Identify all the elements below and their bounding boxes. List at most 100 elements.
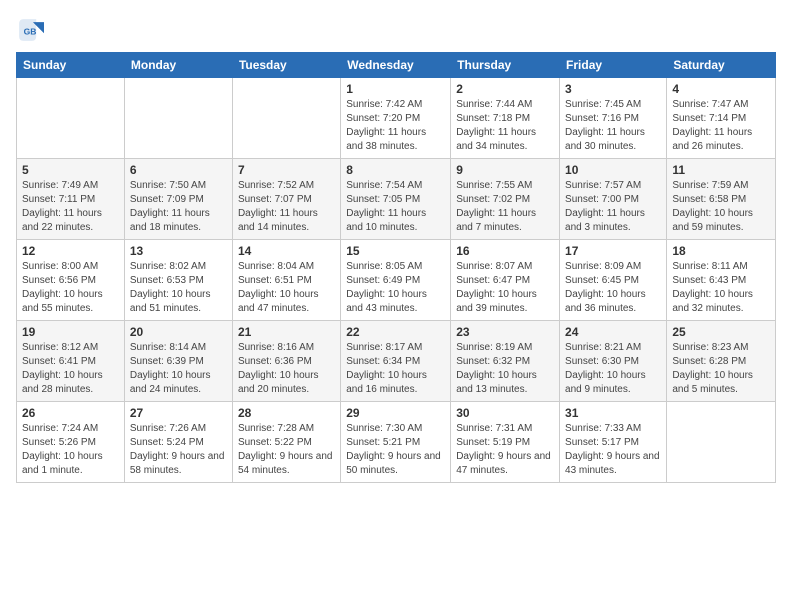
day-number: 9 bbox=[456, 163, 554, 177]
calendar-cell: 18 Sunrise: 8:11 AM Sunset: 6:43 PM Dayli… bbox=[667, 240, 776, 321]
day-info: Sunrise: 8:16 AM Sunset: 6:36 PM Dayligh… bbox=[238, 341, 335, 397]
day-info: Sunrise: 7:31 AM Sunset: 5:19 PM Dayligh… bbox=[456, 422, 554, 478]
calendar-cell: 9 Sunrise: 7:55 AM Sunset: 7:02 PM Daylig… bbox=[451, 159, 560, 240]
calendar-week-1: 1Sunrise: 7:42 AM Sunset: 7:20 PM Daylig… bbox=[17, 78, 776, 159]
day-number: 14 bbox=[238, 244, 335, 258]
day-info: Sunrise: 7:54 AM Sunset: 7:05 PM Dayligh… bbox=[346, 179, 445, 235]
calendar-cell: 23 Sunrise: 8:19 AM Sunset: 6:32 PM Dayli… bbox=[451, 321, 560, 402]
day-number: 23 bbox=[456, 325, 554, 339]
day-info: Sunrise: 8:09 AM Sunset: 6:45 PM Dayligh… bbox=[565, 260, 661, 316]
day-number: 13 bbox=[130, 244, 227, 258]
day-number: 6 bbox=[130, 163, 227, 177]
day-info: Sunrise: 7:24 AM Sunset: 5:26 PM Dayligh… bbox=[22, 422, 119, 478]
day-info: Sunrise: 7:33 AM Sunset: 5:17 PM Dayligh… bbox=[565, 422, 661, 478]
day-info: Sunrise: 7:59 AM Sunset: 6:58 PM Dayligh… bbox=[672, 179, 770, 235]
calendar-week-3: 12 Sunrise: 8:00 AM Sunset: 6:56 PM Dayli… bbox=[17, 240, 776, 321]
calendar-cell: 27 Sunrise: 7:26 AM Sunset: 5:24 PM Dayli… bbox=[124, 402, 232, 483]
day-info: Sunrise: 8:11 AM Sunset: 6:43 PM Dayligh… bbox=[672, 260, 770, 316]
calendar-cell: 8 Sunrise: 7:54 AM Sunset: 7:05 PM Daylig… bbox=[341, 159, 451, 240]
day-info: Sunrise: 8:04 AM Sunset: 6:51 PM Dayligh… bbox=[238, 260, 335, 316]
calendar-cell: 21 Sunrise: 8:16 AM Sunset: 6:36 PM Dayli… bbox=[232, 321, 340, 402]
calendar-cell: 3Sunrise: 7:45 AM Sunset: 7:16 PM Daylig… bbox=[560, 78, 667, 159]
calendar-cell: 7Sunrise: 7:52 AM Sunset: 7:07 PM Daylig… bbox=[232, 159, 340, 240]
calendar-cell: 19 Sunrise: 8:12 AM Sunset: 6:41 PM Dayli… bbox=[17, 321, 125, 402]
calendar-week-4: 19 Sunrise: 8:12 AM Sunset: 6:41 PM Dayli… bbox=[17, 321, 776, 402]
day-number: 8 bbox=[346, 163, 445, 177]
calendar-cell bbox=[232, 78, 340, 159]
calendar-cell: 17Sunrise: 8:09 AM Sunset: 6:45 PM Dayli… bbox=[560, 240, 667, 321]
day-number: 22 bbox=[346, 325, 445, 339]
day-number: 19 bbox=[22, 325, 119, 339]
column-header-monday: Monday bbox=[124, 53, 232, 78]
calendar-week-2: 5Sunrise: 7:49 AM Sunset: 7:11 PM Daylig… bbox=[17, 159, 776, 240]
day-number: 18 bbox=[672, 244, 770, 258]
page-header: GB bbox=[16, 16, 776, 44]
calendar-cell: 26 Sunrise: 7:24 AM Sunset: 5:26 PM Dayli… bbox=[17, 402, 125, 483]
day-info: Sunrise: 8:14 AM Sunset: 6:39 PM Dayligh… bbox=[130, 341, 227, 397]
day-info: Sunrise: 7:26 AM Sunset: 5:24 PM Dayligh… bbox=[130, 422, 227, 478]
day-number: 24 bbox=[565, 325, 661, 339]
calendar-cell: 1Sunrise: 7:42 AM Sunset: 7:20 PM Daylig… bbox=[341, 78, 451, 159]
day-info: Sunrise: 8:05 AM Sunset: 6:49 PM Dayligh… bbox=[346, 260, 445, 316]
day-info: Sunrise: 8:17 AM Sunset: 6:34 PM Dayligh… bbox=[346, 341, 445, 397]
day-number: 12 bbox=[22, 244, 119, 258]
day-info: Sunrise: 8:21 AM Sunset: 6:30 PM Dayligh… bbox=[565, 341, 661, 397]
day-number: 16 bbox=[456, 244, 554, 258]
day-number: 31 bbox=[565, 406, 661, 420]
calendar-cell: 16 Sunrise: 8:07 AM Sunset: 6:47 PM Dayli… bbox=[451, 240, 560, 321]
day-number: 4 bbox=[672, 82, 770, 96]
column-header-friday: Friday bbox=[560, 53, 667, 78]
calendar-cell bbox=[17, 78, 125, 159]
logo-icon: GB bbox=[16, 16, 44, 44]
day-info: Sunrise: 8:12 AM Sunset: 6:41 PM Dayligh… bbox=[22, 341, 119, 397]
calendar-cell: 4 Sunrise: 7:47 AM Sunset: 7:14 PM Daylig… bbox=[667, 78, 776, 159]
day-number: 26 bbox=[22, 406, 119, 420]
calendar-table: SundayMondayTuesdayWednesdayThursdayFrid… bbox=[16, 52, 776, 483]
calendar-cell: 12 Sunrise: 8:00 AM Sunset: 6:56 PM Dayli… bbox=[17, 240, 125, 321]
column-header-wednesday: Wednesday bbox=[341, 53, 451, 78]
column-header-tuesday: Tuesday bbox=[232, 53, 340, 78]
day-number: 2 bbox=[456, 82, 554, 96]
calendar-cell: 13Sunrise: 8:02 AM Sunset: 6:53 PM Dayli… bbox=[124, 240, 232, 321]
calendar-header-row: SundayMondayTuesdayWednesdayThursdayFrid… bbox=[17, 53, 776, 78]
day-number: 29 bbox=[346, 406, 445, 420]
day-number: 21 bbox=[238, 325, 335, 339]
day-info: Sunrise: 7:55 AM Sunset: 7:02 PM Dayligh… bbox=[456, 179, 554, 235]
day-number: 15 bbox=[346, 244, 445, 258]
column-header-thursday: Thursday bbox=[451, 53, 560, 78]
day-info: Sunrise: 8:00 AM Sunset: 6:56 PM Dayligh… bbox=[22, 260, 119, 316]
calendar-cell: 11 Sunrise: 7:59 AM Sunset: 6:58 PM Dayli… bbox=[667, 159, 776, 240]
calendar-cell: 29 Sunrise: 7:30 AM Sunset: 5:21 PM Dayli… bbox=[341, 402, 451, 483]
calendar-cell: 25Sunrise: 8:23 AM Sunset: 6:28 PM Dayli… bbox=[667, 321, 776, 402]
day-info: Sunrise: 7:44 AM Sunset: 7:18 PM Dayligh… bbox=[456, 98, 554, 154]
calendar-cell: 22 Sunrise: 8:17 AM Sunset: 6:34 PM Dayli… bbox=[341, 321, 451, 402]
day-info: Sunrise: 8:19 AM Sunset: 6:32 PM Dayligh… bbox=[456, 341, 554, 397]
calendar-cell: 5Sunrise: 7:49 AM Sunset: 7:11 PM Daylig… bbox=[17, 159, 125, 240]
day-number: 28 bbox=[238, 406, 335, 420]
day-number: 20 bbox=[130, 325, 227, 339]
column-header-sunday: Sunday bbox=[17, 53, 125, 78]
day-info: Sunrise: 7:50 AM Sunset: 7:09 PM Dayligh… bbox=[130, 179, 227, 235]
day-info: Sunrise: 8:07 AM Sunset: 6:47 PM Dayligh… bbox=[456, 260, 554, 316]
calendar-cell: 15 Sunrise: 8:05 AM Sunset: 6:49 PM Dayli… bbox=[341, 240, 451, 321]
calendar-cell: 30Sunrise: 7:31 AM Sunset: 5:19 PM Dayli… bbox=[451, 402, 560, 483]
calendar-cell: 2 Sunrise: 7:44 AM Sunset: 7:18 PM Daylig… bbox=[451, 78, 560, 159]
calendar-cell: 31 Sunrise: 7:33 AM Sunset: 5:17 PM Dayli… bbox=[560, 402, 667, 483]
calendar-cell: 6 Sunrise: 7:50 AM Sunset: 7:09 PM Daylig… bbox=[124, 159, 232, 240]
day-info: Sunrise: 7:28 AM Sunset: 5:22 PM Dayligh… bbox=[238, 422, 335, 478]
day-info: Sunrise: 7:30 AM Sunset: 5:21 PM Dayligh… bbox=[346, 422, 445, 478]
calendar-cell bbox=[667, 402, 776, 483]
column-header-saturday: Saturday bbox=[667, 53, 776, 78]
day-number: 25 bbox=[672, 325, 770, 339]
calendar-cell: 20 Sunrise: 8:14 AM Sunset: 6:39 PM Dayli… bbox=[124, 321, 232, 402]
logo: GB bbox=[16, 16, 48, 44]
svg-text:GB: GB bbox=[24, 27, 37, 37]
calendar-cell: 14 Sunrise: 8:04 AM Sunset: 6:51 PM Dayli… bbox=[232, 240, 340, 321]
day-number: 1 bbox=[346, 82, 445, 96]
day-number: 11 bbox=[672, 163, 770, 177]
day-number: 3 bbox=[565, 82, 661, 96]
calendar-cell bbox=[124, 78, 232, 159]
day-info: Sunrise: 7:57 AM Sunset: 7:00 PM Dayligh… bbox=[565, 179, 661, 235]
day-info: Sunrise: 7:47 AM Sunset: 7:14 PM Dayligh… bbox=[672, 98, 770, 154]
day-number: 27 bbox=[130, 406, 227, 420]
